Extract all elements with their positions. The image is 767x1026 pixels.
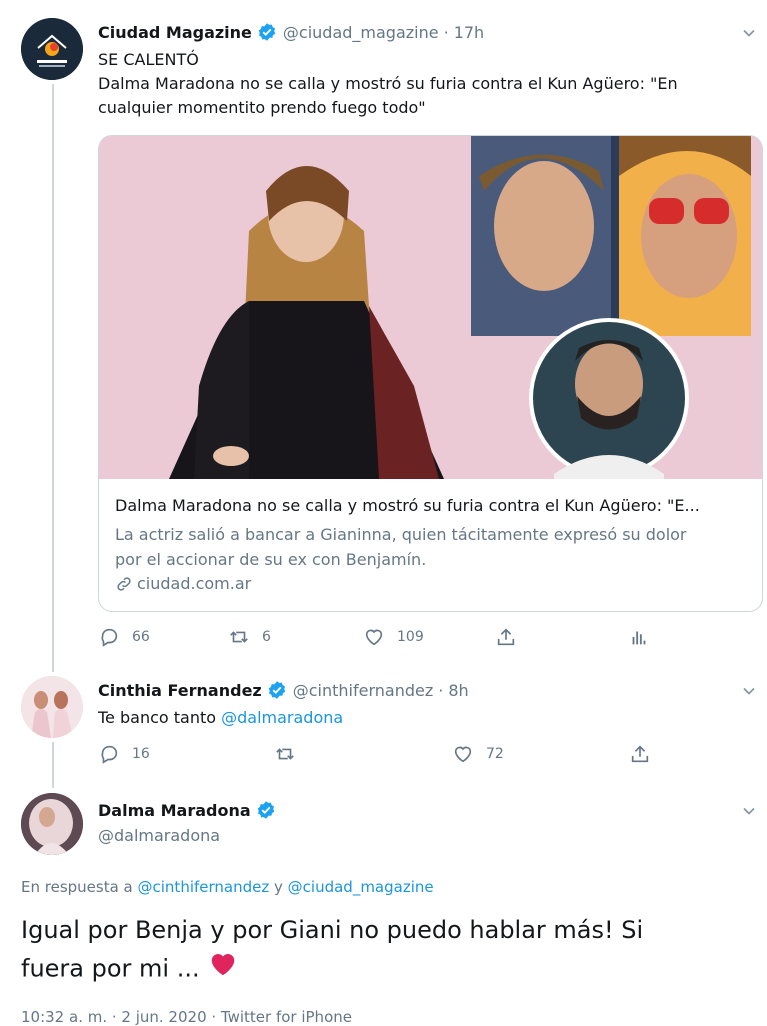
reply-icon — [101, 745, 118, 764]
like-button[interactable]: 72 — [452, 743, 504, 765]
username[interactable]: @ciudad_magazine — [283, 23, 439, 42]
timestamp[interactable]: 8h — [448, 681, 468, 700]
card-description-line: La actriz salió a bancar a Gianinna, qui… — [115, 525, 687, 544]
card-domain: ciudad.com.ar — [115, 574, 251, 593]
card-image — [99, 136, 762, 479]
tweet-text-line: Igual por Benja y por Giani no puedo hab… — [21, 916, 644, 944]
link-card[interactable]: Dalma Maradona no se calla y mostró su f… — [98, 135, 763, 612]
chevron-down-icon[interactable] — [741, 803, 757, 819]
separator-dot: · — [438, 680, 444, 700]
reply-icon — [101, 628, 118, 647]
reply-button[interactable]: 66 — [98, 626, 150, 648]
separator-dot: · — [443, 22, 449, 42]
ciudad-logo — [21, 18, 83, 80]
verified-icon — [257, 22, 277, 42]
reply-count: 16 — [132, 746, 150, 762]
like-icon — [365, 629, 383, 646]
retweet-icon — [276, 748, 294, 760]
username[interactable]: @dalmaradona — [98, 824, 220, 848]
avatar[interactable] — [21, 793, 83, 855]
link-icon — [117, 576, 131, 591]
share-icon — [631, 745, 649, 763]
analytics-icon — [632, 631, 646, 645]
like-count: 109 — [397, 629, 424, 645]
thread-line-mid — [52, 742, 54, 788]
chevron-down-icon[interactable] — [741, 683, 757, 699]
verified-icon — [256, 800, 276, 820]
reply-mention-link[interactable]: @cinthifernandez — [138, 878, 270, 896]
tweet-text-body: Te banco tanto — [98, 708, 222, 727]
retweet-icon — [230, 631, 248, 643]
card-domain-text: ciudad.com.ar — [137, 574, 252, 593]
display-name[interactable]: Ciudad Magazine — [98, 23, 252, 42]
retweet-count: 6 — [262, 629, 271, 645]
thread-line-top — [52, 84, 54, 672]
tweet-text-line: cualquier momentito prendo fuego todo" — [98, 98, 426, 117]
reply-context-label: En respuesta a — [21, 878, 138, 896]
verified-icon — [267, 680, 287, 700]
tweet-text: Igual por Benja y por Giani no puedo hab… — [21, 912, 741, 990]
tweet-text: Te banco tanto @dalmaradona — [98, 706, 343, 730]
avatar[interactable] — [21, 18, 83, 80]
tweet-text: SE CALENTÓ Dalma Maradona no se calla y … — [98, 48, 678, 120]
analytics-button[interactable] — [628, 626, 650, 648]
like-button[interactable]: 109 — [363, 626, 424, 648]
retweet-button[interactable] — [274, 743, 296, 765]
timestamp[interactable]: 17h — [454, 23, 485, 42]
like-icon — [454, 746, 472, 763]
reply-context: En respuesta a @cinthifernandez y @ciuda… — [21, 878, 434, 896]
share-button[interactable] — [495, 626, 517, 648]
share-button[interactable] — [629, 743, 651, 765]
display-name[interactable]: Dalma Maradona — [98, 801, 251, 820]
chevron-down-icon[interactable] — [741, 25, 757, 41]
tweet-footer: 10:32 a. m. · 2 jun. 2020 · Twitter for … — [21, 1008, 352, 1026]
tweet-header: Dalma Maradona — [98, 796, 282, 824]
display-name[interactable]: Cinthia Fernandez — [98, 681, 262, 700]
reply-mention-link[interactable]: @ciudad_magazine — [288, 878, 434, 896]
tweet-header: Cinthia Fernandez @cinthifernandez · 8h — [98, 676, 469, 704]
card-description-line: por el accionar de su ex con Benjamín. — [115, 550, 427, 569]
like-count: 72 — [486, 746, 504, 762]
tweet-header: Ciudad Magazine @ciudad_magazine · 17h — [98, 18, 484, 46]
reply-count: 66 — [132, 629, 150, 645]
card-title: Dalma Maradona no se calla y mostró su f… — [115, 496, 700, 515]
tweet-text-line: Dalma Maradona no se calla y mostró su f… — [98, 74, 678, 93]
reply-context-and: y — [269, 878, 288, 896]
share-icon — [497, 628, 515, 646]
tweet-text-line: fuera por mi ... — [21, 954, 200, 983]
heart-emoji — [206, 949, 240, 990]
avatar[interactable] — [21, 676, 83, 738]
tweet-text-line: SE CALENTÓ — [98, 50, 199, 69]
reply-button[interactable]: 16 — [98, 743, 150, 765]
username[interactable]: @cinthifernandez — [293, 681, 434, 700]
retweet-button[interactable]: 6 — [228, 626, 271, 648]
mention-link[interactable]: @dalmaradona — [221, 708, 343, 727]
card-description: La actriz salió a bancar a Gianinna, qui… — [115, 522, 745, 572]
